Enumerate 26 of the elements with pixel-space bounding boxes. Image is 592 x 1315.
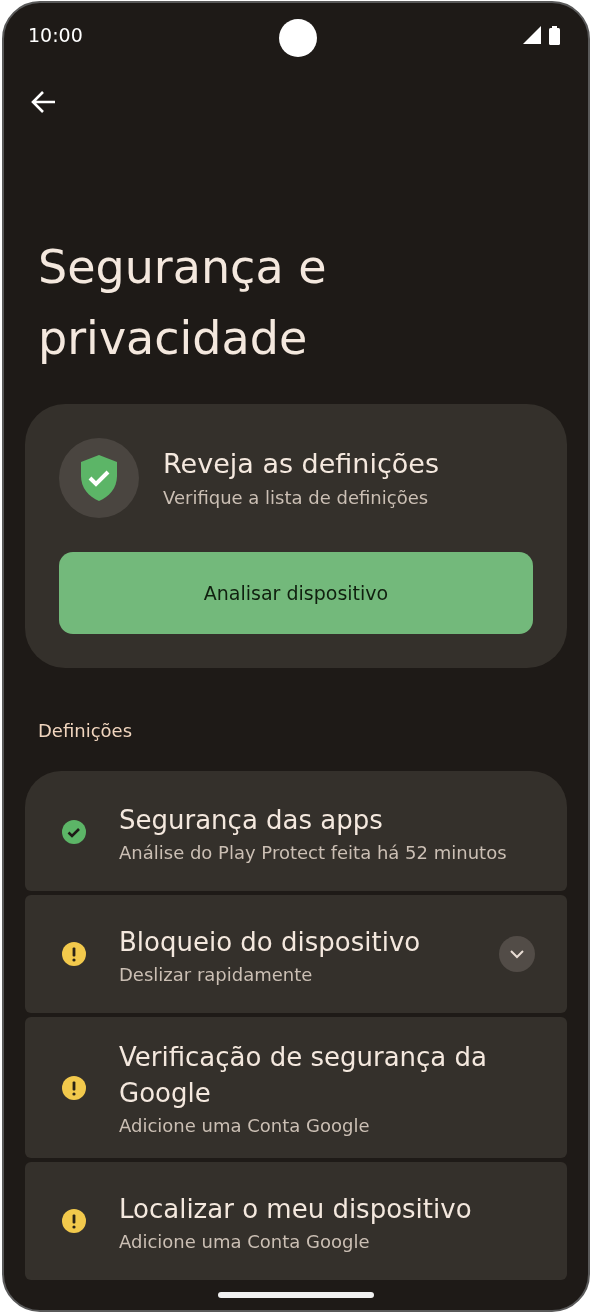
signal-icon: [523, 26, 541, 44]
item-subtitle: Deslizar rapidamente: [119, 963, 314, 985]
settings-item[interactable]: Localizar o meu dispositivo Adicione uma Conta Google: [25, 1162, 567, 1280]
item-title: Bloqueio do dispositivo: [119, 925, 422, 959]
item-title: Verificação de segurança da Google: [119, 1041, 488, 1110]
expand-button[interactable]: [499, 936, 535, 972]
item-subtitle: Adicione uma Conta Google: [119, 1115, 371, 1136]
settings-item[interactable]: Verificação de segurança da Google Adicione uma Conta Google: [25, 1017, 567, 1158]
scan-button[interactable]: Analisar dispositivo: [59, 552, 533, 634]
item-subtitle: Análise do Play Protect feita há 52 minutos: [119, 841, 508, 863]
item-subtitle: Adicione uma Conta Google: [119, 1230, 371, 1252]
status-time: 10:00: [28, 24, 83, 46]
settings-item[interactable]: Bloqueio do dispositivo Deslizar rapidamente: [25, 895, 567, 1013]
gesture-handle[interactable]: [218, 1292, 374, 1298]
settings-item[interactable]: Segurança das apps Análise do Play Protect feita há 52 minutos: [25, 771, 567, 891]
item-title: Segurança das apps: [119, 803, 384, 837]
item-title: Localizar o meu dispositivo: [119, 1192, 473, 1226]
camera-cutout: [279, 19, 317, 57]
back-arrow-icon: [31, 89, 57, 114]
page-title: Segurança e privacidade: [38, 239, 328, 367]
card-subtitle: Verifique a lista de definições: [163, 487, 430, 508]
section-header: Definições: [38, 720, 134, 741]
chevron-down-icon: [510, 949, 524, 959]
card-title: Reveja as definições: [163, 448, 439, 479]
shield-check-icon: [79, 454, 119, 502]
battery-icon: [549, 25, 560, 45]
